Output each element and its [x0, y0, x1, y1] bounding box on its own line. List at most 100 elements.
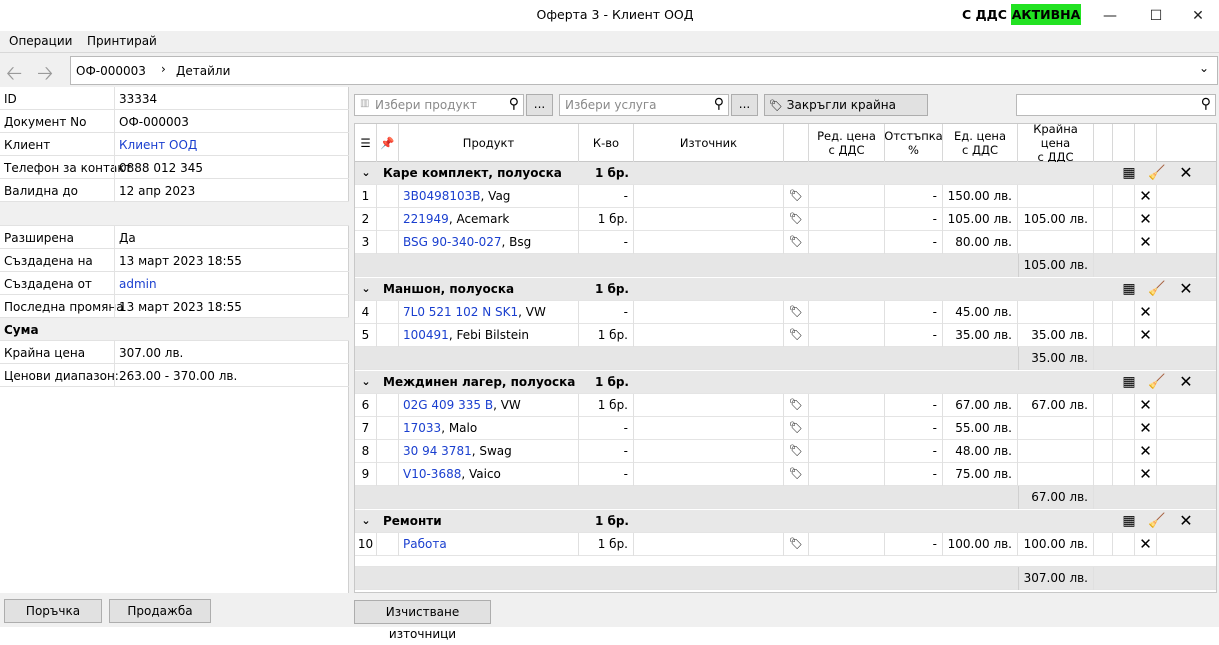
- qty-cell[interactable]: 1 бр.: [579, 394, 634, 417]
- discount-cell[interactable]: -: [885, 208, 943, 231]
- product-browse-button[interactable]: ...: [526, 94, 553, 116]
- discount-cell[interactable]: -: [885, 417, 943, 440]
- source-cell[interactable]: [634, 440, 784, 463]
- column-header-unit-price[interactable]: Ед. цена с ДДС: [943, 124, 1018, 162]
- unit-price-cell[interactable]: 75.00 лв.: [943, 463, 1018, 486]
- product-code-link[interactable]: 02G 409 335 B: [403, 398, 493, 412]
- product-code-link[interactable]: BSG 90-340-027: [403, 235, 502, 249]
- product-code-link[interactable]: 30 94 3781: [403, 444, 472, 458]
- grid-icon[interactable]: ▦: [1118, 371, 1140, 394]
- chevron-down-icon[interactable]: ⌄: [355, 371, 377, 394]
- close-icon[interactable]: ✕: [1135, 185, 1157, 208]
- broom-icon[interactable]: 🧹: [1146, 510, 1168, 533]
- broom-icon[interactable]: 🧹: [1146, 162, 1168, 185]
- close-icon[interactable]: ✕: [1135, 417, 1157, 440]
- search-icon[interactable]: ⚲: [714, 96, 724, 112]
- product-code-link[interactable]: 221949: [403, 212, 449, 226]
- final-price-cell[interactable]: 35.00 лв.: [1018, 324, 1094, 347]
- broom-icon[interactable]: 🧹: [1146, 371, 1168, 394]
- column-chooser-icon[interactable]: ☰: [355, 124, 377, 162]
- close-icon[interactable]: ✕: [1175, 278, 1197, 301]
- close-icon[interactable]: ✕: [1135, 208, 1157, 231]
- qty-cell[interactable]: -: [579, 417, 634, 440]
- grid-icon[interactable]: ▦: [1118, 510, 1140, 533]
- final-price-cell[interactable]: [1018, 440, 1094, 463]
- close-icon[interactable]: ✕: [1135, 463, 1157, 486]
- discount-cell[interactable]: -: [885, 463, 943, 486]
- close-icon[interactable]: ✕: [1135, 440, 1157, 463]
- column-header-final-price[interactable]: Крайна цена с ДДС: [1018, 124, 1094, 164]
- final-price-cell[interactable]: 100.00 лв.: [1018, 533, 1094, 556]
- unit-price-cell[interactable]: 45.00 лв.: [943, 301, 1018, 324]
- unit-price-cell[interactable]: 35.00 лв.: [943, 324, 1018, 347]
- service-browse-button[interactable]: ...: [731, 94, 758, 116]
- final-price-cell[interactable]: [1018, 463, 1094, 486]
- chevron-down-icon[interactable]: ⌄: [355, 278, 377, 301]
- qty-cell[interactable]: 1 бр.: [579, 208, 634, 231]
- qty-cell[interactable]: 1 бр.: [579, 533, 634, 556]
- final-price-cell[interactable]: [1018, 231, 1094, 254]
- client-link[interactable]: Клиент ООД: [119, 138, 197, 152]
- sale-button[interactable]: Продажба: [109, 599, 211, 623]
- breadcrumb-page[interactable]: Детайли: [176, 64, 230, 78]
- discount-cell[interactable]: -: [885, 440, 943, 463]
- close-window-button[interactable]: ✕: [1175, 0, 1219, 31]
- discount-cell[interactable]: -: [885, 324, 943, 347]
- final-price-cell[interactable]: [1018, 185, 1094, 208]
- chevron-down-icon[interactable]: ⌄: [355, 162, 377, 185]
- clear-sources-button[interactable]: Изчистване източници: [354, 600, 491, 641]
- grid-icon[interactable]: ▦: [1118, 162, 1140, 185]
- price-tag-icon[interactable]: 🏷: [784, 324, 809, 347]
- close-icon[interactable]: ✕: [1135, 324, 1157, 347]
- product-code-link[interactable]: 3B0498103B: [403, 189, 481, 203]
- final-price-cell[interactable]: [1018, 301, 1094, 324]
- price-tag-icon[interactable]: 🏷: [784, 417, 809, 440]
- breadcrumb-doc[interactable]: ОФ-000003: [76, 64, 146, 78]
- qty-cell[interactable]: -: [579, 463, 634, 486]
- discount-cell[interactable]: -: [885, 185, 943, 208]
- grid-icon[interactable]: ▦: [1118, 278, 1140, 301]
- price-tag-icon[interactable]: 🏷: [784, 301, 809, 324]
- source-cell[interactable]: [634, 208, 784, 231]
- discount-cell[interactable]: -: [885, 301, 943, 324]
- product-code-link[interactable]: 100491: [403, 328, 449, 342]
- source-cell[interactable]: [634, 417, 784, 440]
- unit-price-cell[interactable]: 80.00 лв.: [943, 231, 1018, 254]
- price-tag-icon[interactable]: 🏷: [784, 533, 809, 556]
- qty-cell[interactable]: 1 бр.: [579, 324, 634, 347]
- column-header-reg-price[interactable]: Ред. цена с ДДС: [809, 124, 885, 162]
- product-code-link[interactable]: V10-3688: [403, 467, 461, 481]
- breadcrumb[interactable]: ОФ-000003 › Детайли ⌄: [70, 56, 1218, 85]
- close-icon[interactable]: ✕: [1135, 394, 1157, 417]
- menu-operations[interactable]: Операции: [9, 34, 72, 48]
- price-tag-icon[interactable]: 🏷: [784, 208, 809, 231]
- qty-cell[interactable]: -: [579, 185, 634, 208]
- minimize-button[interactable]: —: [1087, 0, 1133, 31]
- grid-filter-input[interactable]: ⚲: [1016, 94, 1216, 116]
- close-icon[interactable]: ✕: [1175, 510, 1197, 533]
- pin-icon[interactable]: 📌: [377, 124, 399, 162]
- unit-price-cell[interactable]: 100.00 лв.: [943, 533, 1018, 556]
- unit-price-cell[interactable]: 150.00 лв.: [943, 185, 1018, 208]
- column-header-qty[interactable]: К-во: [579, 124, 634, 162]
- source-cell[interactable]: [634, 324, 784, 347]
- product-code-link[interactable]: Работа: [403, 537, 447, 551]
- column-header-discount[interactable]: Отстъпка%: [884, 124, 943, 162]
- source-cell[interactable]: [634, 533, 784, 556]
- search-icon[interactable]: ⚲: [1201, 96, 1211, 112]
- final-price-cell[interactable]: 105.00 лв.: [1018, 208, 1094, 231]
- discount-cell[interactable]: -: [885, 394, 943, 417]
- close-icon[interactable]: ✕: [1175, 162, 1197, 185]
- column-header-source[interactable]: Източник: [634, 124, 784, 162]
- close-icon[interactable]: ✕: [1135, 231, 1157, 254]
- creator-link[interactable]: admin: [119, 277, 157, 291]
- source-cell[interactable]: [634, 463, 784, 486]
- search-icon[interactable]: ⚲: [509, 96, 519, 112]
- close-icon[interactable]: ✕: [1175, 371, 1197, 394]
- product-search-input[interactable]: ▥ Избери продукт ⚲: [354, 94, 524, 116]
- broom-icon[interactable]: 🧹: [1146, 278, 1168, 301]
- close-icon[interactable]: ✕: [1135, 301, 1157, 324]
- discount-cell[interactable]: -: [885, 533, 943, 556]
- source-cell[interactable]: [634, 301, 784, 324]
- final-price-cell[interactable]: 67.00 лв.: [1018, 394, 1094, 417]
